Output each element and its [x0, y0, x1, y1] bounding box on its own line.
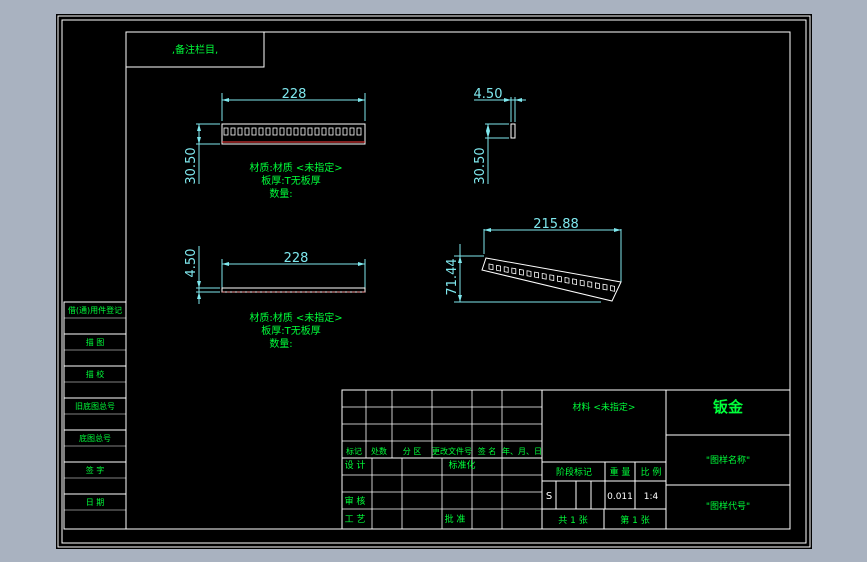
- side-panel-label: 描 图: [86, 337, 105, 347]
- slot-mark: [286, 127, 292, 136]
- iso-slot-mark: [602, 283, 608, 291]
- slot-mark: [307, 127, 313, 136]
- stamp-box: ,备注栏目,: [125, 31, 265, 68]
- slot-mark: [223, 127, 229, 136]
- slot-mark: [272, 127, 278, 136]
- isometric-view: 215.88 71.44: [445, 217, 622, 303]
- slot-mark: [265, 127, 271, 136]
- process-label: 工 艺: [345, 514, 366, 525]
- stage-value: S: [546, 491, 552, 502]
- approve-label: 批 准: [445, 513, 466, 525]
- scale-value: 1:4: [644, 492, 659, 502]
- side-thickness-dim: 4.50: [474, 87, 503, 102]
- front-width-dim: 228: [282, 87, 307, 102]
- revision-header: 分 区: [403, 447, 422, 456]
- slot-mark: [335, 127, 341, 136]
- standardize-label: 标准化: [448, 459, 475, 471]
- stamp-text: ,备注栏目,: [172, 43, 218, 56]
- side-view: 4.50 30.50: [473, 87, 526, 185]
- revision-header: 标记: [346, 446, 362, 456]
- iso-slot-mark: [526, 270, 532, 277]
- stage-label: 阶段标记: [556, 466, 592, 478]
- review-label: 审 核: [345, 495, 366, 507]
- front-quantity-note: 数量:: [269, 187, 292, 200]
- iso-slot-mark: [511, 267, 517, 275]
- drawing-sheet: ,备注栏目, 228 30.50 材质:材质 <未指定> 板厚:T无板厚 数量:…: [56, 14, 812, 549]
- slot-mark: [356, 127, 362, 136]
- slot-mark: [293, 127, 299, 136]
- iso-slot-mark: [534, 271, 540, 279]
- outer-border: [57, 15, 811, 548]
- sheets-total: 共 1 张: [558, 515, 587, 526]
- top-thickness-note: 板厚:T无板厚: [261, 324, 320, 337]
- inner-border: [61, 19, 807, 544]
- revision-header: 年、月、日: [502, 446, 542, 456]
- slot-mark: [349, 127, 355, 136]
- revision-header: 处数: [371, 446, 387, 456]
- iso-slot-mark: [503, 266, 509, 273]
- top-material-note: 材质:材质 <未指定>: [249, 311, 342, 324]
- slot-mark: [321, 127, 327, 136]
- iso-width-dim: 215.88: [533, 217, 579, 232]
- slot-mark: [251, 127, 257, 136]
- revision-header: 更改文件号: [432, 446, 472, 456]
- scale-label: 比 例: [641, 466, 662, 478]
- side-panel-label: 旧底图总号: [75, 401, 115, 411]
- side-panel-label: 日 期: [86, 498, 105, 507]
- slot-mark: [328, 127, 334, 136]
- material-label: 材料 <未指定>: [573, 401, 636, 413]
- design-label: 设 计: [345, 459, 366, 471]
- weight-label: 重 量: [610, 466, 631, 478]
- iso-slot-mark: [587, 281, 593, 288]
- side-height-dim: 30.50: [473, 147, 488, 184]
- top-thickness-dim: 4.50: [184, 249, 199, 278]
- side-panel-label: 描 校: [86, 369, 105, 379]
- sheet-number: 第 1 张: [620, 514, 649, 526]
- iso-slot-mark: [579, 279, 585, 287]
- revision-header: 签 名: [478, 446, 497, 456]
- iso-slot-mark: [572, 278, 577, 286]
- top-quantity-note: 数量:: [269, 337, 292, 350]
- top-view: 228 4.50 材质:材质 <未指定> 板厚:T无板厚 数量:: [184, 246, 366, 350]
- side-panel-label: 借(通)用件登记: [68, 305, 122, 315]
- slot-mark: [342, 127, 348, 136]
- slot-mark: [230, 127, 236, 136]
- slot-mark: [279, 127, 285, 136]
- drawing-name: "图样名称": [706, 454, 750, 466]
- side-panel: 借(通)用件登记描 图描 校旧底图总号底图总号签 字日 期: [63, 301, 127, 530]
- weight-value: 0.011: [607, 492, 633, 502]
- iso-slot-mark: [488, 263, 494, 271]
- iso-slot-mark: [595, 282, 600, 290]
- part-name: 钣金: [713, 398, 744, 416]
- drawing-code: "图样代号": [706, 500, 750, 512]
- slot-mark: [258, 127, 264, 136]
- iso-slot-mark: [518, 268, 524, 276]
- iso-slot-mark: [556, 275, 562, 283]
- top-width-dim: 228: [284, 251, 309, 266]
- iso-slot-mark: [549, 274, 555, 281]
- slot-mark: [237, 127, 243, 136]
- slot-mark: [300, 127, 306, 136]
- iso-height-dim: 71.44: [445, 258, 460, 295]
- iso-slot-mark: [496, 264, 502, 272]
- slot-mark: [314, 127, 320, 136]
- front-thickness-note: 板厚:T无板厚: [261, 174, 320, 187]
- title-block: 标记 处数 分 区 更改文件号签 名年、月、日 设 计 标准化 审 核 工 艺 批 准…: [341, 389, 791, 530]
- side-panel-label: 底图总号: [79, 433, 111, 443]
- iso-slot-mark: [564, 277, 570, 284]
- slot-mark: [244, 127, 250, 136]
- front-view: 228 30.50 材质:材质 <未指定> 板厚:T无板厚 数量:: [184, 87, 366, 200]
- front-height-dim: 30.50: [184, 147, 199, 184]
- iso-slot-mark: [541, 272, 547, 280]
- front-material-note: 材质:材质 <未指定>: [249, 161, 342, 174]
- iso-slot-mark: [610, 285, 615, 292]
- side-panel-label: 签 字: [86, 465, 105, 475]
- cad-drawing: ,备注栏目, 228 30.50 材质:材质 <未指定> 板厚:T无板厚 数量:…: [57, 15, 811, 548]
